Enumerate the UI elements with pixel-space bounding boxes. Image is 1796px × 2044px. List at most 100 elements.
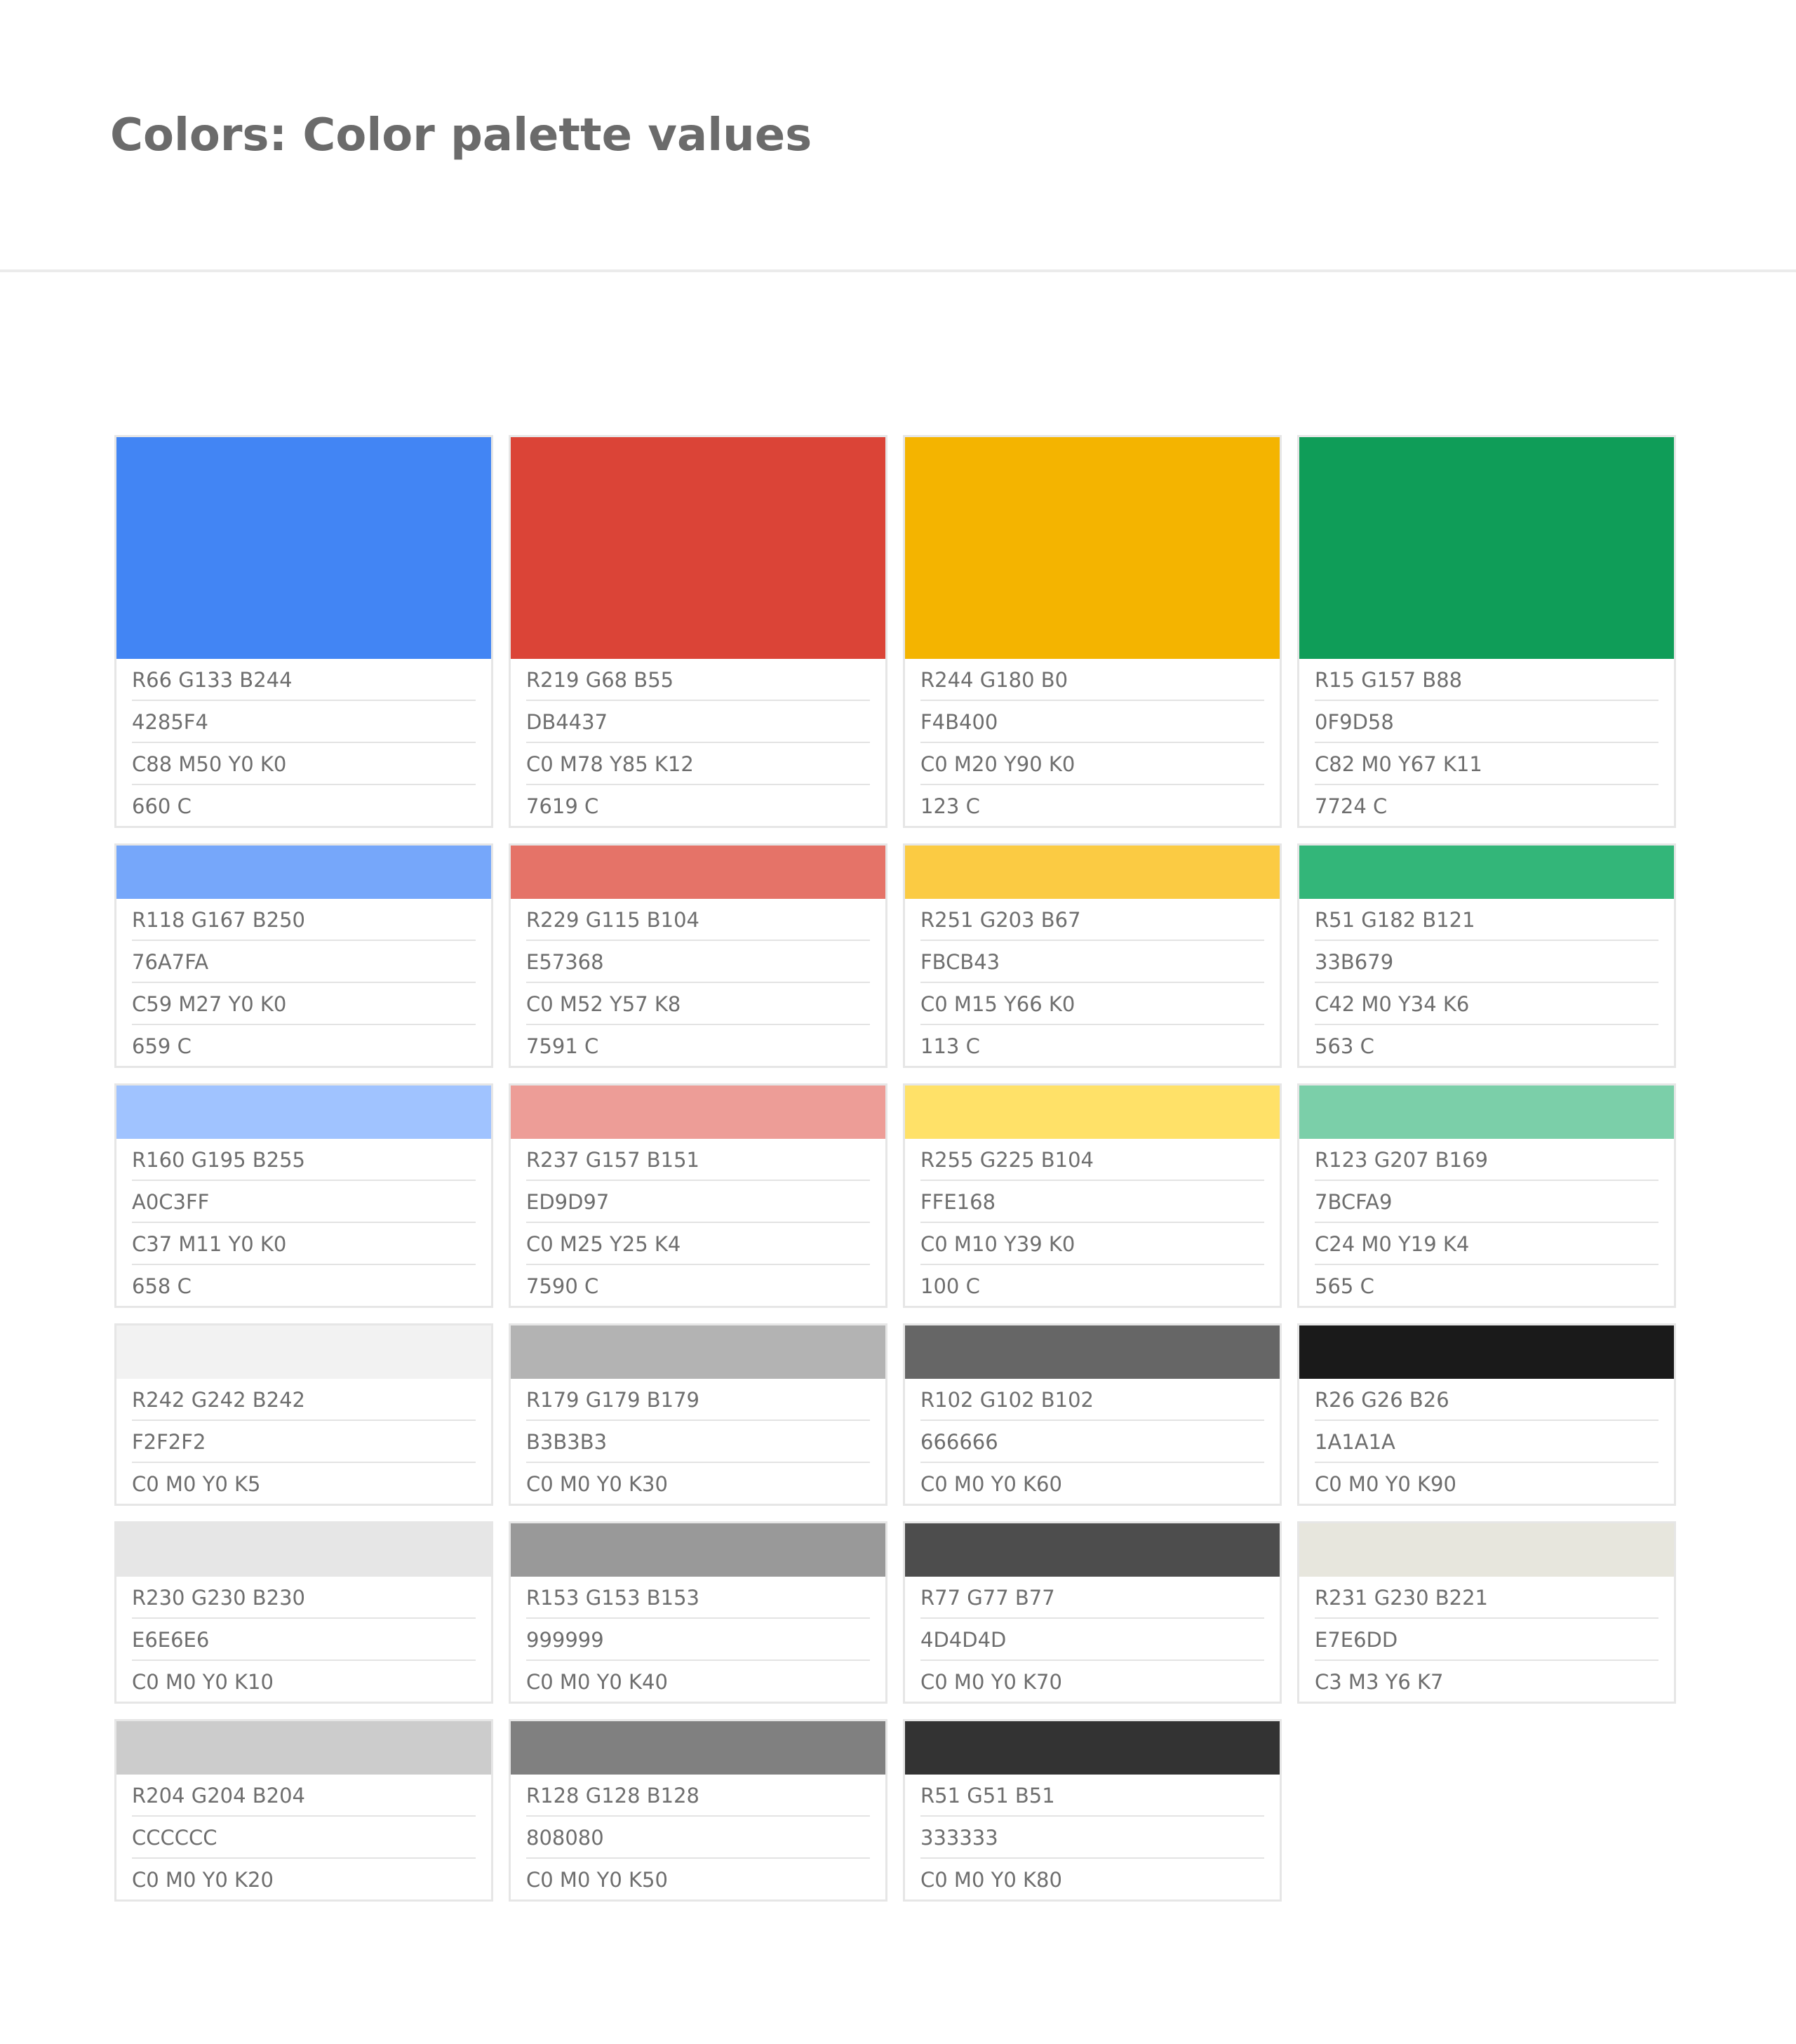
cmyk-value: C0 M10 Y39 K0 xyxy=(920,1223,1264,1265)
hex-value: 333333 xyxy=(920,1817,1264,1859)
color-swatch xyxy=(1299,846,1674,899)
rgb-value: R242 G242 B242 xyxy=(132,1379,476,1421)
color-swatch-card: R229 G115 B104 E57368 C0 M52 Y57 K8 7591 C xyxy=(509,843,887,1068)
cmyk-value: C0 M0 Y0 K10 xyxy=(132,1670,274,1694)
color-swatch-card: R26 G26 B26 1A1A1A C0 M0 Y0 K90 xyxy=(1297,1323,1676,1506)
color-swatch-card: R128 G128 B128 808080 C0 M0 Y0 K50 xyxy=(509,1719,887,1902)
cmyk-value: C42 M0 Y34 K6 xyxy=(1315,983,1658,1025)
page-title: Colors: Color palette values xyxy=(110,109,812,161)
hex-value: 666666 xyxy=(920,1421,1264,1463)
color-swatch xyxy=(116,1721,491,1775)
color-values-list: R242 G242 B242 F2F2F2 C0 M0 Y0 K5 xyxy=(116,1379,491,1504)
color-swatch-card: R204 G204 B204 CCCCCC C0 M0 Y0 K20 xyxy=(114,1719,493,1902)
color-swatch-card: R15 G157 B88 0F9D58 C82 M0 Y67 K11 7724 C xyxy=(1297,435,1676,828)
color-values-list: R118 G167 B250 76A7FA C59 M27 Y0 K0 659 C xyxy=(116,899,491,1066)
color-values-list: R179 G179 B179 B3B3B3 C0 M0 Y0 K30 xyxy=(511,1379,885,1504)
palette-row: R204 G204 B204 CCCCCC C0 M0 Y0 K20 R128 G12… xyxy=(114,1719,1675,1902)
cmyk-value: C59 M27 Y0 K0 xyxy=(132,983,476,1025)
palette-row: R66 G133 B244 4285F4 C88 M50 Y0 K0 660 C R21… xyxy=(114,435,1676,828)
rgb-value: R244 G180 B0 xyxy=(920,659,1264,701)
color-swatch-card: R237 G157 B151 ED9D97 C0 M25 Y25 K4 7590 C xyxy=(509,1083,887,1308)
color-swatch-card: R153 G153 B153 999999 C0 M0 Y0 K40 xyxy=(509,1521,887,1704)
color-swatch xyxy=(905,1523,1280,1577)
cmyk-value: C0 M20 Y90 K0 xyxy=(920,743,1264,785)
color-swatch-card: R66 G133 B244 4285F4 C88 M50 Y0 K0 660 C xyxy=(114,435,493,828)
hex-value: A0C3FF xyxy=(132,1181,476,1223)
cmyk-value: C0 M0 Y0 K5 xyxy=(132,1472,261,1496)
cmyk-value: C0 M0 Y0 K40 xyxy=(526,1670,668,1694)
color-values-list: R229 G115 B104 E57368 C0 M52 Y57 K8 7591 C xyxy=(511,899,885,1066)
palette-row: R230 G230 B230 E6E6E6 C0 M0 Y0 K10 R153 G15… xyxy=(114,1521,1676,1704)
hex-value: 7BCFA9 xyxy=(1315,1181,1658,1223)
color-swatch xyxy=(511,1523,885,1577)
color-swatch-card: R242 G242 B242 F2F2F2 C0 M0 Y0 K5 xyxy=(114,1323,493,1506)
color-values-list: R160 G195 B255 A0C3FF C37 M11 Y0 K0 658 C xyxy=(116,1139,491,1306)
rgb-value: R160 G195 B255 xyxy=(132,1139,476,1181)
pantone-value: 659 C xyxy=(132,1034,192,1058)
hex-value: 33B679 xyxy=(1315,941,1658,983)
pantone-value: 123 C xyxy=(920,794,980,818)
color-palette-grid: R66 G133 B244 4285F4 C88 M50 Y0 K0 660 C R21… xyxy=(114,435,1676,1917)
color-swatch xyxy=(116,437,491,659)
hex-value: CCCCCC xyxy=(132,1817,476,1859)
cmyk-value: C0 M25 Y25 K4 xyxy=(526,1223,870,1265)
pantone-value: 658 C xyxy=(132,1274,192,1298)
color-values-list: R255 G225 B104 FFE168 C0 M10 Y39 K0 100 C xyxy=(905,1139,1280,1306)
pantone-value: 565 C xyxy=(1315,1274,1374,1298)
rgb-value: R123 G207 B169 xyxy=(1315,1139,1658,1181)
cmyk-value: C37 M11 Y0 K0 xyxy=(132,1223,476,1265)
cmyk-value: C0 M0 Y0 K80 xyxy=(920,1868,1062,1892)
color-values-list: R77 G77 B77 4D4D4D C0 M0 Y0 K70 xyxy=(905,1577,1280,1702)
color-values-list: R66 G133 B244 4285F4 C88 M50 Y0 K0 660 C xyxy=(116,659,491,826)
color-swatch xyxy=(905,1325,1280,1379)
page-header: Colors: Color palette values xyxy=(0,0,1796,272)
color-swatch xyxy=(116,1523,491,1577)
pantone-value: 100 C xyxy=(920,1274,980,1298)
color-swatch-card: R251 G203 B67 FBCB43 C0 M15 Y66 K0 113 C xyxy=(903,843,1282,1068)
rgb-value: R179 G179 B179 xyxy=(526,1379,870,1421)
color-values-list: R51 G51 B51 333333 C0 M0 Y0 K80 xyxy=(905,1775,1280,1899)
hex-value: DB4437 xyxy=(526,701,870,743)
color-swatch xyxy=(511,846,885,899)
color-swatch-card: R118 G167 B250 76A7FA C59 M27 Y0 K0 659 C xyxy=(114,843,493,1068)
color-values-list: R237 G157 B151 ED9D97 C0 M25 Y25 K4 7590 C xyxy=(511,1139,885,1306)
rgb-value: R251 G203 B67 xyxy=(920,899,1264,941)
hex-value: 999999 xyxy=(526,1619,870,1661)
pantone-value: 7590 C xyxy=(526,1274,599,1298)
color-swatch xyxy=(905,846,1280,899)
rgb-value: R51 G182 B121 xyxy=(1315,899,1658,941)
color-swatch xyxy=(1299,1086,1674,1139)
rgb-value: R204 G204 B204 xyxy=(132,1775,476,1817)
rgb-value: R77 G77 B77 xyxy=(920,1577,1264,1619)
hex-value: 4285F4 xyxy=(132,701,476,743)
color-swatch-card: R231 G230 B221 E7E6DD C3 M3 Y6 K7 xyxy=(1297,1521,1676,1704)
cmyk-value: C0 M52 Y57 K8 xyxy=(526,983,870,1025)
pantone-value: 563 C xyxy=(1315,1034,1374,1058)
cmyk-value: C88 M50 Y0 K0 xyxy=(132,743,476,785)
color-swatch xyxy=(1299,1325,1674,1379)
color-swatch-card: R244 G180 B0 F4B400 C0 M20 Y90 K0 123 C xyxy=(903,435,1282,828)
pantone-value: 7591 C xyxy=(526,1034,599,1058)
color-swatch xyxy=(905,437,1280,659)
rgb-value: R51 G51 B51 xyxy=(920,1775,1264,1817)
color-swatch-card: R77 G77 B77 4D4D4D C0 M0 Y0 K70 xyxy=(903,1521,1282,1704)
color-swatch-card: R51 G182 B121 33B679 C42 M0 Y34 K6 563 C xyxy=(1297,843,1676,1068)
color-swatch xyxy=(511,1086,885,1139)
palette-row: R160 G195 B255 A0C3FF C37 M11 Y0 K0 658 C R2… xyxy=(114,1083,1676,1308)
color-values-list: R26 G26 B26 1A1A1A C0 M0 Y0 K90 xyxy=(1299,1379,1674,1504)
color-swatch-card: R219 G68 B55 DB4437 C0 M78 Y85 K12 7619 C xyxy=(509,435,887,828)
color-values-list: R128 G128 B128 808080 C0 M0 Y0 K50 xyxy=(511,1775,885,1899)
cmyk-value: C0 M15 Y66 K0 xyxy=(920,983,1264,1025)
color-swatch-card: R179 G179 B179 B3B3B3 C0 M0 Y0 K30 xyxy=(509,1323,887,1506)
color-swatch xyxy=(511,1721,885,1775)
color-swatch-card: R230 G230 B230 E6E6E6 C0 M0 Y0 K10 xyxy=(114,1521,493,1704)
color-swatch xyxy=(511,1325,885,1379)
rgb-value: R229 G115 B104 xyxy=(526,899,870,941)
rgb-value: R66 G133 B244 xyxy=(132,659,476,701)
hex-value: FBCB43 xyxy=(920,941,1264,983)
hex-value: F2F2F2 xyxy=(132,1421,476,1463)
color-swatch-card: R102 G102 B102 666666 C0 M0 Y0 K60 xyxy=(903,1323,1282,1506)
color-swatch xyxy=(511,437,885,659)
color-swatch xyxy=(116,846,491,899)
rgb-value: R153 G153 B153 xyxy=(526,1577,870,1619)
